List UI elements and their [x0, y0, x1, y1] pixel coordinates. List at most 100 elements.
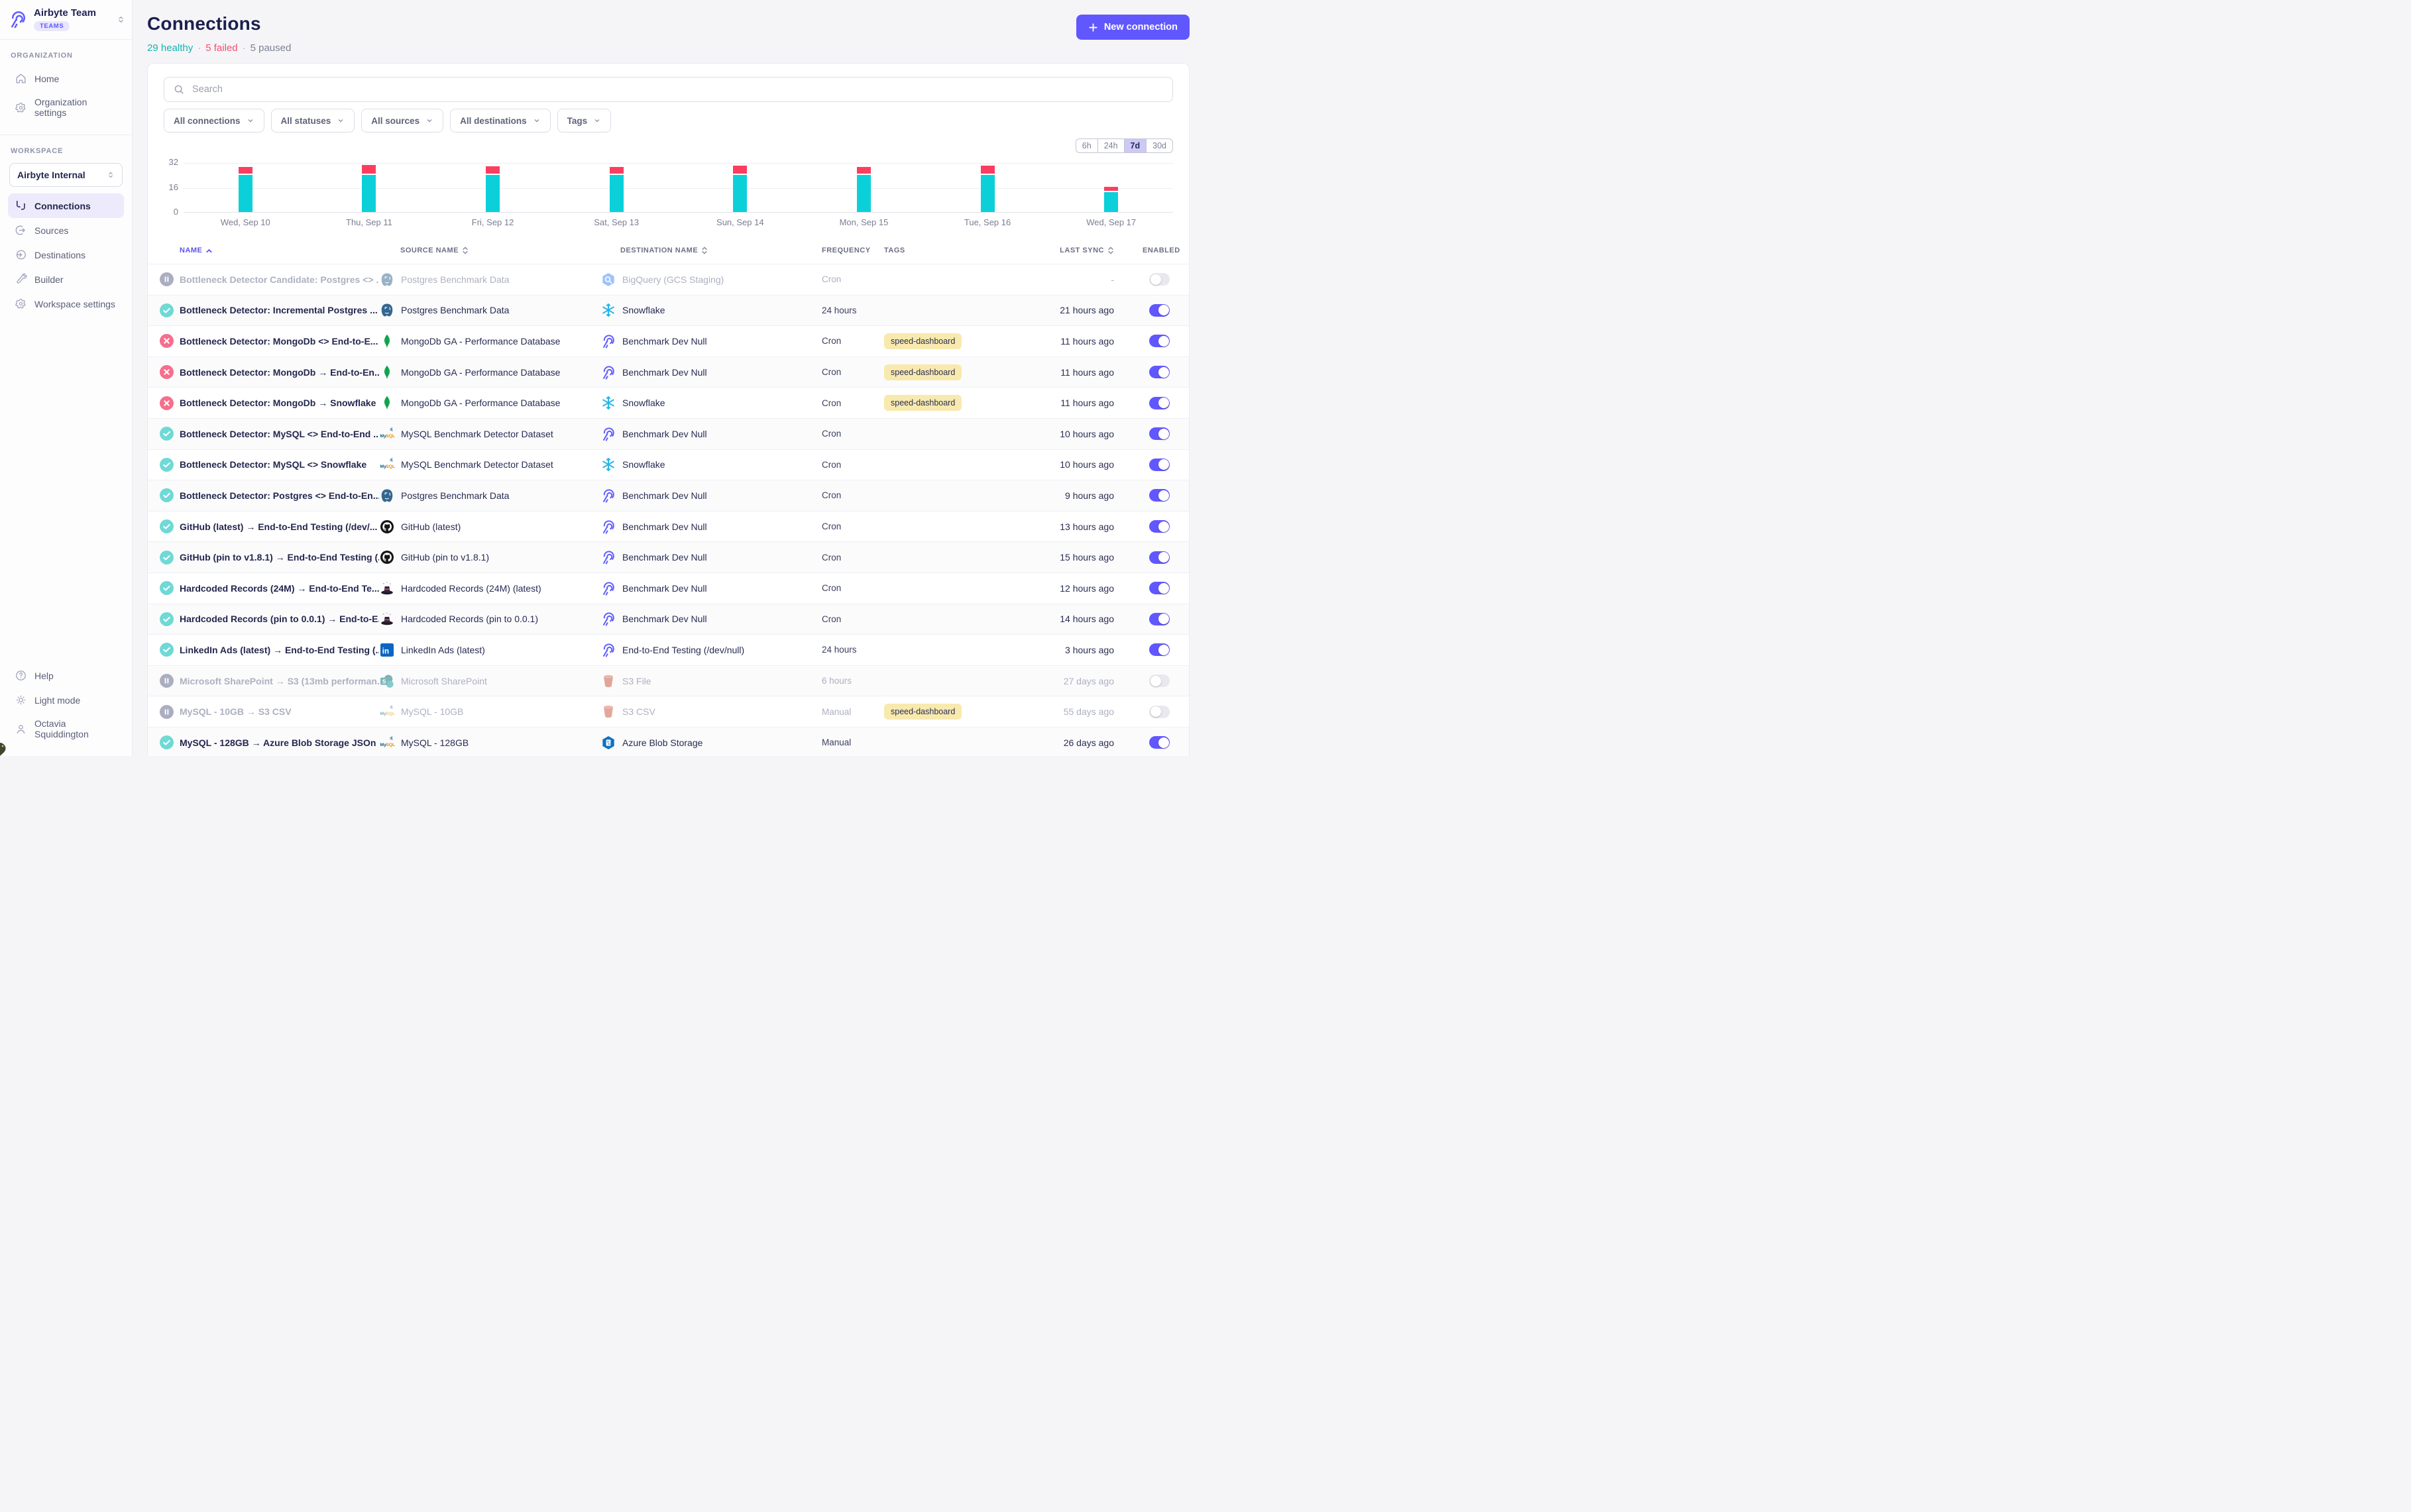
enabled-toggle[interactable] [1149, 736, 1170, 749]
postgres-icon [379, 488, 395, 504]
x-tick-label: Thu, Sep 11 [308, 217, 431, 227]
mysql-icon: MySQL [379, 704, 395, 720]
column-header-name[interactable]: NAME [160, 246, 379, 254]
y-tick-label: 16 [169, 182, 178, 192]
failed-bar-segment [610, 167, 624, 173]
hardcoded-icon [379, 580, 395, 596]
bar-group-wed-sep-17[interactable] [1049, 150, 1173, 212]
org-switcher[interactable]: Airbyte Team TEAMS [0, 0, 132, 40]
connection-row[interactable]: Bottleneck Detector: MongoDb → End-to-En… [148, 356, 1189, 388]
destination-name: BigQuery (GCS Staging) [622, 274, 724, 285]
enabled-toggle[interactable] [1149, 613, 1170, 625]
bar-group-fri-sep-12[interactable] [431, 150, 555, 212]
connection-name: Bottleneck Detector Candidate: Postgres … [180, 274, 379, 285]
enabled-toggle[interactable] [1149, 551, 1170, 564]
bar-group-sat-sep-13[interactable] [555, 150, 679, 212]
destination-name: Snowflake [622, 459, 665, 470]
status-healthy-icon [160, 551, 174, 565]
enabled-toggle[interactable] [1149, 459, 1170, 471]
s3-icon [600, 704, 616, 720]
sidebar-item-workspace-settings[interactable]: Workspace settings [8, 292, 124, 316]
connection-row[interactable]: MySQL - 128GB → Azure Blob Storage JSOn … [148, 727, 1189, 756]
enabled-toggle[interactable] [1149, 273, 1170, 286]
section-label-organization: ORGANIZATION [8, 50, 124, 66]
connection-row[interactable]: GitHub (latest) → End-to-End Testing (/d… [148, 511, 1189, 542]
sidebar-item-help[interactable]: Help [8, 663, 124, 688]
column-header-last-sync[interactable]: LAST SYNC [1029, 246, 1114, 255]
airbyte-icon [600, 333, 616, 349]
enabled-toggle[interactable] [1149, 520, 1170, 533]
bar-group-thu-sep-11[interactable] [308, 150, 431, 212]
sharepoint-icon: S [379, 673, 395, 689]
airbyte-icon [600, 580, 616, 596]
connection-row[interactable]: Bottleneck Detector: MongoDb → Snowflake… [148, 387, 1189, 418]
connection-row[interactable]: GitHub (pin to v1.8.1) → End-to-End Test… [148, 541, 1189, 572]
filter-dropdown-tags[interactable]: Tags [557, 109, 612, 133]
last-sync: 26 days ago [1029, 737, 1114, 748]
connection-row[interactable]: Bottleneck Detector Candidate: Postgres … [148, 264, 1189, 295]
bar-group-sun-sep-14[interactable] [679, 150, 803, 212]
sidebar-item-connections[interactable]: Connections [8, 193, 124, 218]
column-header-destination-name[interactable]: DESTINATION NAME [600, 246, 822, 255]
sidebar-item-destinations[interactable]: Destinations [8, 243, 124, 267]
enabled-toggle[interactable] [1149, 706, 1170, 718]
enabled-toggle[interactable] [1149, 335, 1170, 347]
status-healthy-icon [160, 458, 174, 472]
connection-row[interactable]: LinkedIn Ads (latest) → End-to-End Testi… [148, 634, 1189, 665]
filter-dropdown-all-connections[interactable]: All connections [164, 109, 264, 133]
connection-row[interactable]: Microsoft SharePoint → S3 (13mb performa… [148, 665, 1189, 696]
filter-dropdown-all-sources[interactable]: All sources [361, 109, 443, 133]
connection-row[interactable]: MySQL - 10GB → S3 CSVMySQLMySQL - 10GBS3… [148, 696, 1189, 727]
enabled-toggle[interactable] [1149, 489, 1170, 502]
connection-row[interactable]: Bottleneck Detector: MySQL <> SnowflakeM… [148, 449, 1189, 480]
connection-row[interactable]: Bottleneck Detector: MySQL <> End-to-End… [148, 418, 1189, 449]
table-body: Bottleneck Detector Candidate: Postgres … [148, 264, 1189, 756]
sort-icon [701, 246, 708, 255]
org-name: Airbyte Team [34, 7, 96, 19]
bar-group-mon-sep-15[interactable] [802, 150, 926, 212]
sidebar-item-user[interactable]: Octavia Squiddington [8, 712, 124, 745]
section-label-workspace: WORKSPACE [8, 146, 124, 162]
search-input[interactable] [192, 84, 1164, 95]
filter-dropdown-all-destinations[interactable]: All destinations [450, 109, 551, 133]
connection-name: GitHub (latest) → End-to-End Testing (/d… [180, 521, 377, 532]
status-paused-icon [160, 272, 174, 286]
svg-text:SQL: SQL [386, 712, 395, 716]
airbyte-icon [600, 364, 616, 380]
home-icon [15, 72, 27, 85]
chart-plot [184, 150, 1173, 213]
connection-row[interactable]: Bottleneck Detector: Postgres <> End-to-… [148, 480, 1189, 511]
frequency: 6 hours [822, 676, 884, 686]
column-header-frequency: FREQUENCY [822, 246, 884, 254]
sidebar-item-home[interactable]: Home [8, 66, 124, 91]
sidebar-item-organization-settings[interactable]: Organization settings [8, 91, 124, 124]
sidebar-item-builder[interactable]: Builder [8, 267, 124, 292]
hardcoded-icon [379, 611, 395, 627]
connection-row[interactable]: Bottleneck Detector: MongoDb <> End-to-E… [148, 325, 1189, 356]
sidebar-item-sources[interactable]: Sources [8, 218, 124, 243]
status-healthy-icon [160, 643, 174, 657]
sidebar-footer: Help Light mode Octavia Squiddington [0, 658, 132, 756]
connection-row[interactable]: Bottleneck Detector: Incremental Postgre… [148, 295, 1189, 326]
new-connection-button[interactable]: New connection [1076, 15, 1190, 40]
enabled-toggle[interactable] [1149, 582, 1170, 594]
enabled-toggle[interactable] [1149, 366, 1170, 378]
enabled-toggle[interactable] [1149, 643, 1170, 656]
enabled-toggle[interactable] [1149, 397, 1170, 409]
connection-row[interactable]: Hardcoded Records (24M) → End-to-End Te.… [148, 572, 1189, 604]
svg-text:SQL: SQL [386, 434, 395, 439]
filter-dropdown-all-statuses[interactable]: All statuses [271, 109, 355, 133]
connection-row[interactable]: Hardcoded Records (pin to 0.0.1) → End-t… [148, 604, 1189, 635]
chevron-updown-icon [107, 171, 115, 179]
enabled-toggle[interactable] [1149, 675, 1170, 687]
column-header-source-name[interactable]: SOURCE NAME [379, 246, 600, 255]
connection-name: Bottleneck Detector: MongoDb → End-to-En… [180, 367, 379, 378]
workspace-selector[interactable]: Airbyte Internal [9, 163, 123, 187]
enabled-toggle[interactable] [1149, 304, 1170, 317]
sidebar-item-light-mode[interactable]: Light mode [8, 688, 124, 712]
bar-group-tue-sep-16[interactable] [926, 150, 1050, 212]
bar-group-wed-sep-10[interactable] [184, 150, 308, 212]
connection-stats: 29 healthy · 5 failed · 5 paused [147, 42, 291, 54]
enabled-toggle[interactable] [1149, 427, 1170, 440]
sort-icon [1107, 246, 1114, 255]
